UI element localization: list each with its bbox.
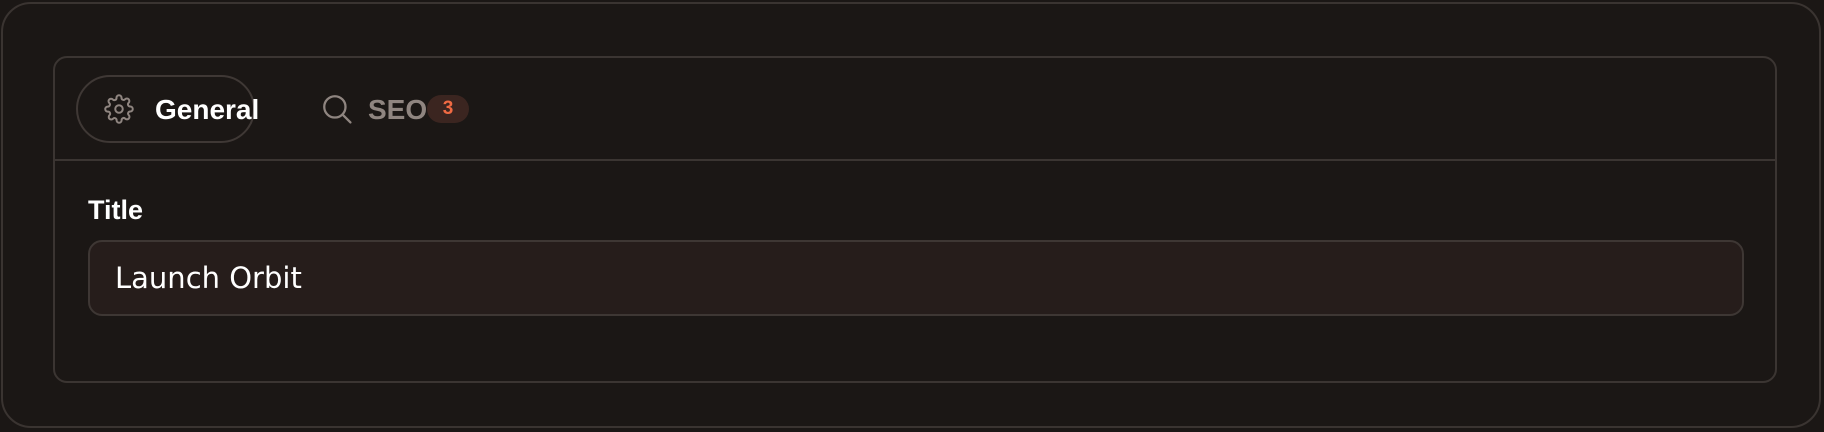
search-icon: [320, 92, 354, 126]
tab-general[interactable]: General: [76, 75, 259, 143]
tab-seo-label: SEO: [368, 94, 428, 125]
title-input[interactable]: [88, 240, 1744, 316]
tab-seo[interactable]: SEO 3: [315, 75, 485, 143]
tab-general-label: General: [155, 94, 260, 125]
seo-count-badge: 3: [427, 95, 469, 123]
settings-card: General SEO 3 Title: [53, 56, 1777, 383]
settings-panel: General SEO 3 Title: [1, 2, 1821, 428]
gear-icon: [104, 94, 134, 124]
title-field-label: Title: [88, 195, 144, 225]
tab-bar: General SEO 3: [55, 58, 1775, 161]
